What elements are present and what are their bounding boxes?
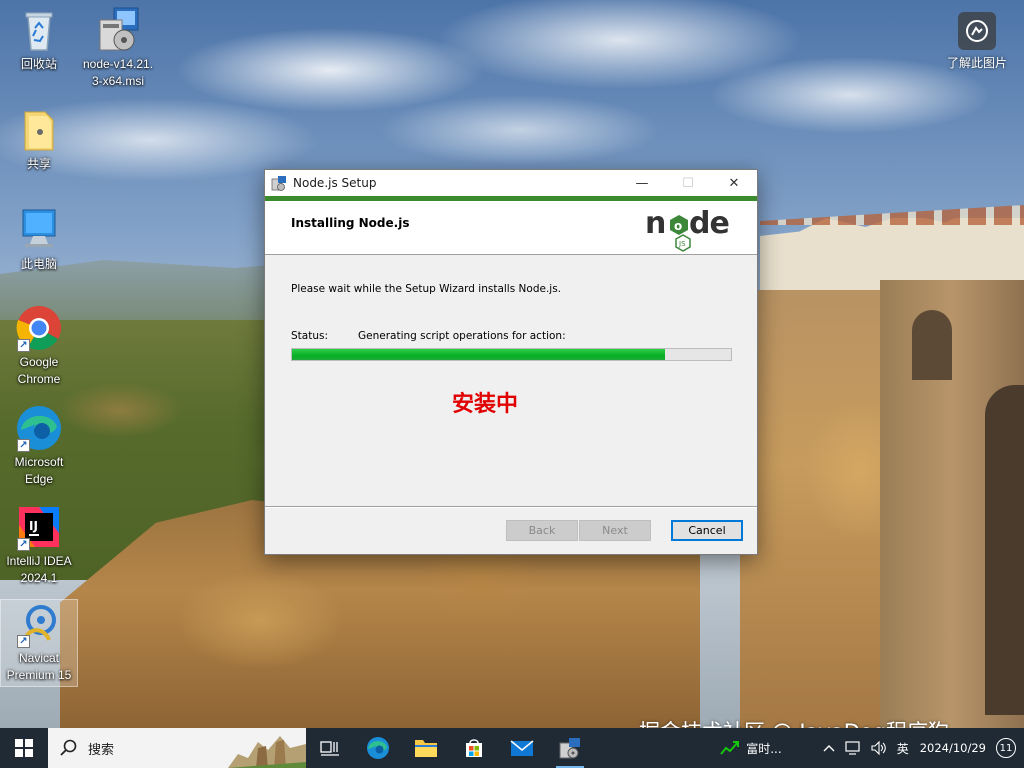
task-view-button[interactable] <box>306 728 354 768</box>
start-button[interactable] <box>0 728 48 768</box>
desktop-icon-recycle-bin[interactable]: 回收站 <box>1 6 77 73</box>
system-tray: 富时... 英 2024/10/29 11 <box>720 728 1024 768</box>
clock[interactable]: 2024/10/29 <box>920 741 986 756</box>
svg-text:n: n <box>645 206 665 241</box>
mail-icon <box>510 740 534 756</box>
title-bar[interactable]: Node.js Setup — ☐ ✕ <box>265 170 757 196</box>
desktop-icon-label: 此电脑 <box>20 257 57 271</box>
svg-text:de: de <box>689 206 729 241</box>
volume-icon[interactable] <box>871 741 887 755</box>
footer-divider-highlight <box>265 507 757 508</box>
dialog-header: Installing Node.js n o de JS <box>265 201 757 255</box>
weather-text: 富时... <box>746 741 782 756</box>
maximize-button[interactable]: ☐ <box>665 170 711 196</box>
desktop-icon-label: node-v14.21.3-x64.msi <box>82 57 154 88</box>
installer-app-icon <box>559 738 580 759</box>
desktop-icon-intellij[interactable]: IJ ↗ IntelliJ IDEA 2024.1 <box>1 503 77 587</box>
search-placeholder: 搜索 <box>88 742 115 758</box>
msi-installer-icon <box>94 6 142 54</box>
store-icon <box>466 739 482 757</box>
edge-icon <box>367 737 389 759</box>
wallpaper-arch-large <box>985 385 1024 715</box>
search-icon <box>60 739 77 756</box>
page-title: Installing Node.js <box>291 216 410 230</box>
windows-logo-icon <box>15 739 33 757</box>
desktop-icon-label: Microsoft Edge <box>14 455 64 486</box>
nodejs-logo-icon: n o de JS <box>643 203 731 253</box>
desktop-icon-shared-folder[interactable]: 共享 <box>1 106 77 173</box>
notification-center-icon[interactable]: 11 <box>996 738 1016 758</box>
progress-bar <box>291 348 732 361</box>
svg-text:JS: JS <box>678 240 686 248</box>
window-title: Node.js Setup <box>293 176 377 190</box>
close-button[interactable]: ✕ <box>711 170 757 196</box>
nodejs-setup-dialog: Node.js Setup — ☐ ✕ Installing Node.js n… <box>264 169 758 555</box>
recycle-bin-icon <box>15 6 63 54</box>
installing-caption: 安装中 <box>451 392 518 417</box>
intellij-idea-icon: IJ ↗ <box>15 503 63 551</box>
task-view-icon <box>320 741 339 756</box>
desktop-icon-this-pc[interactable]: 此电脑 <box>1 206 77 273</box>
desktop-icon-edge[interactable]: ↗ Microsoft Edge <box>1 404 77 488</box>
desktop-icon-label: 回收站 <box>20 57 57 71</box>
taskbar-edge[interactable] <box>354 728 402 768</box>
minimize-button[interactable]: — <box>619 170 665 196</box>
edge-icon: ↗ <box>15 404 63 452</box>
shortcut-arrow-icon: ↗ <box>17 439 30 452</box>
taskbar-file-explorer[interactable] <box>402 728 450 768</box>
shortcut-arrow-icon: ↗ <box>17 635 30 648</box>
folder-icon <box>415 740 437 757</box>
svg-text:IJ: IJ <box>29 519 38 533</box>
status-value: Generating script operations for action: <box>358 330 566 342</box>
search-input[interactable]: 搜索 <box>48 728 306 768</box>
navicat-icon: ↗ <box>15 600 63 648</box>
shortcut-arrow-icon: ↗ <box>17 538 30 551</box>
desktop-icon-node-msi[interactable]: node-v14.21.3-x64.msi <box>80 6 156 90</box>
status-label: Status: <box>291 330 328 342</box>
window-controls: — ☐ ✕ <box>619 170 757 196</box>
desktop-icon-label: 共享 <box>26 157 51 171</box>
clock-date: 2024/10/29 <box>919 740 986 755</box>
input-method-indicator[interactable]: 英 <box>897 740 909 757</box>
desktop-icon-label: Navicat Premium 15 <box>6 651 72 682</box>
desktop-icon-learn-about-picture[interactable]: 了解此图片 <box>942 8 1012 71</box>
computer-icon <box>15 206 63 254</box>
stock-chart-icon <box>720 741 740 755</box>
weather-widget[interactable]: 富时... <box>720 740 782 757</box>
taskbar-node-setup[interactable] <box>546 728 594 768</box>
network-icon[interactable] <box>845 741 861 755</box>
installer-app-icon <box>271 175 287 191</box>
chrome-icon: ↗ <box>15 304 63 352</box>
dialog-body: Please wait while the Setup Wizard insta… <box>265 256 757 506</box>
desktop-icon-chrome[interactable]: ↗ Google Chrome <box>1 304 77 388</box>
progress-bar-fill <box>292 349 666 360</box>
svg-text:o: o <box>674 219 682 233</box>
wallpaper-arch <box>912 310 952 380</box>
desktop-icon-navicat[interactable]: ↗ Navicat Premium 15 <box>0 599 78 687</box>
shortcut-arrow-icon: ↗ <box>17 339 30 352</box>
folder-icon <box>15 106 63 154</box>
back-button[interactable]: Back <box>506 520 578 541</box>
taskbar-microsoft-store[interactable] <box>450 728 498 768</box>
next-button[interactable]: Next <box>579 520 651 541</box>
taskbar-mail[interactable] <box>498 728 546 768</box>
chevron-up-icon[interactable] <box>823 744 835 752</box>
taskbar: 搜索 富时... 英 2024/10/29 11 <box>0 728 1024 768</box>
desktop-icon-label: Google Chrome <box>17 355 61 386</box>
search-highlight-icon <box>228 728 306 768</box>
desktop-icon-label: 了解此图片 <box>946 56 1007 70</box>
camera-icon <box>958 12 996 50</box>
desktop-icon-label: IntelliJ IDEA 2024.1 <box>6 554 72 585</box>
wait-message: Please wait while the Setup Wizard insta… <box>291 283 562 295</box>
cancel-button[interactable]: Cancel <box>671 520 743 541</box>
